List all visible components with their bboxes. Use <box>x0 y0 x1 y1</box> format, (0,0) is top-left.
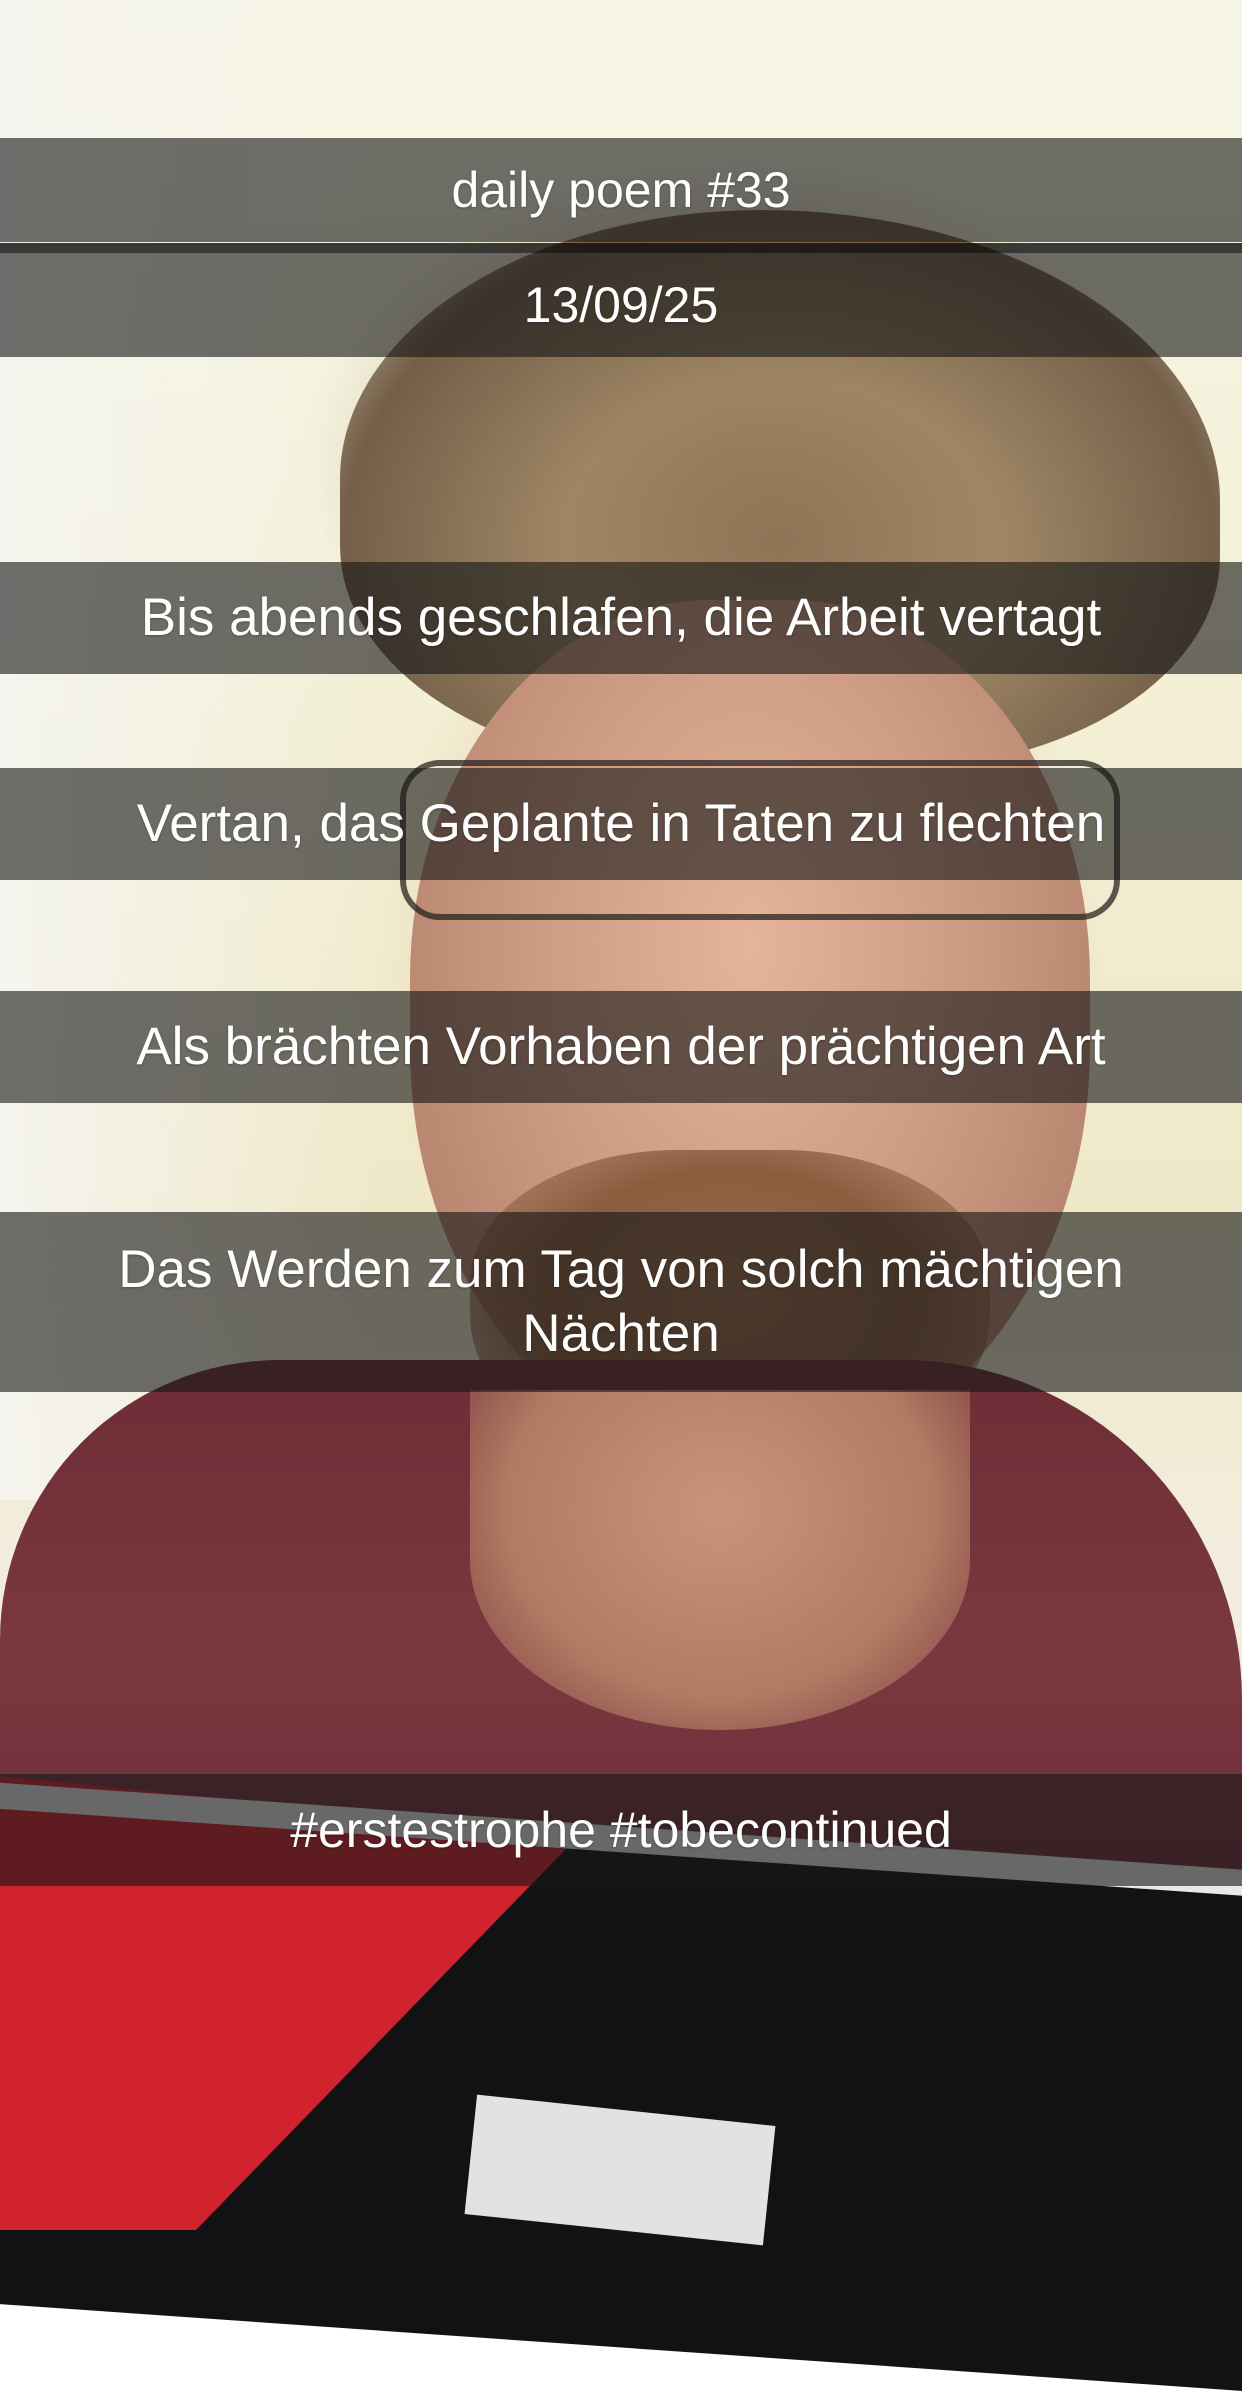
caption-title-bar: daily poem #33 <box>0 138 1242 242</box>
caption-line-bar: Vertan, das Geplante in Taten zu flechte… <box>0 768 1242 880</box>
caption-date-bar: 13/09/25 <box>0 253 1242 357</box>
person-neck <box>470 1390 970 1730</box>
caption-divider <box>0 243 1242 253</box>
poem-line-2: Vertan, das Geplante in Taten zu flechte… <box>136 794 1106 853</box>
caption-hashtags-bar: #erstestrophe #tobecontinued <box>0 1774 1242 1886</box>
hashtags: #erstestrophe #tobecontinued <box>290 1802 952 1858</box>
poem-line-4: Das Werden zum Tag von solch mächtigen N… <box>118 1240 1124 1363</box>
caption-line-bar: Als brächten Vorhaben der prächtigen Art <box>0 991 1242 1103</box>
poem-title: daily poem #33 <box>451 162 791 218</box>
caption-line-bar: Bis abends geschlafen, die Arbeit vertag… <box>0 562 1242 674</box>
poem-date: 13/09/25 <box>523 277 719 333</box>
poem-line-1: Bis abends geschlafen, die Arbeit vertag… <box>140 588 1102 647</box>
poem-line-3: Als brächten Vorhaben der prächtigen Art <box>136 1017 1106 1076</box>
caption-line-bar: Das Werden zum Tag von solch mächtigen N… <box>0 1212 1242 1392</box>
